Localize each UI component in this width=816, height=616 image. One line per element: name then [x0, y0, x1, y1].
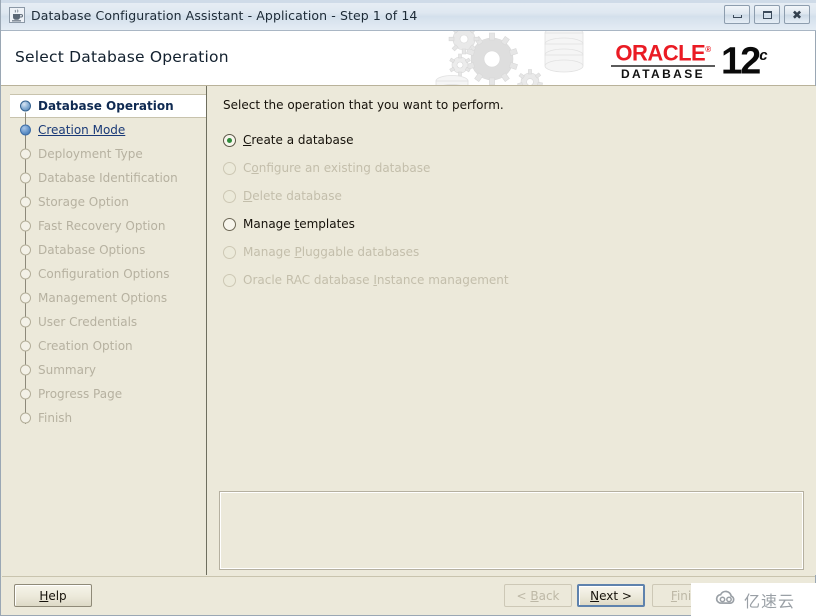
sidebar-item-creation-mode[interactable]: Creation Mode: [2, 118, 206, 142]
sidebar-item-label: Creation Option: [38, 339, 133, 353]
step-node-icon: [20, 388, 31, 400]
radio-configure-an-existing-database: Configure an existing database: [223, 154, 783, 182]
watermark-text: 亿速云: [743, 591, 795, 611]
step-node-icon: [20, 172, 31, 184]
radio-label: Create a database: [243, 133, 354, 147]
sidebar-item-deployment-type: Deployment Type: [2, 142, 206, 166]
window-title: Database Configuration Assistant - Appli…: [31, 7, 418, 23]
radio-label: Delete database: [243, 189, 342, 203]
wizard-step-list: Database Operation Creation Mode Deploym…: [2, 86, 206, 430]
step-node-icon: [20, 124, 31, 136]
sidebar-item-storage-option: Storage Option: [2, 190, 206, 214]
sidebar-item-label: Database Operation: [38, 99, 174, 113]
main-content: Select the operation that you want to pe…: [208, 86, 816, 575]
sidebar-item-configuration-options: Configuration Options: [2, 262, 206, 286]
step-node-icon: [20, 340, 31, 352]
back-button: < Back: [504, 584, 572, 607]
step-node-icon: [20, 412, 31, 424]
page-title: Select Database Operation: [15, 48, 229, 66]
minimize-icon: [732, 15, 742, 18]
oracle-version: 12c: [721, 40, 768, 83]
radio-button-icon: [223, 133, 236, 147]
maximize-button[interactable]: [754, 5, 780, 24]
sidebar-item-label: Database Options: [38, 243, 146, 257]
window-controls: ✖: [724, 5, 810, 24]
sidebar-item-fast-recovery-option: Fast Recovery Option: [2, 214, 206, 238]
gears-and-database-cylinders-graphic: [430, 31, 610, 85]
sidebar-item-label: User Credentials: [38, 315, 138, 329]
sidebar-item-label: Database Identification: [38, 171, 178, 185]
button-label: Help: [39, 588, 67, 603]
radio-label: Manage templates: [243, 217, 355, 231]
radio-oracle-rac-instance-management: Oracle RAC database Instance management: [223, 266, 783, 294]
radio-manage-templates[interactable]: Manage templates: [223, 210, 783, 238]
radio-label: Oracle RAC database Instance management: [243, 273, 509, 287]
radio-button-icon: [223, 273, 236, 287]
trademark-symbol: ®: [705, 44, 711, 54]
header-banner: Select Database Operation ORACLE® DATABA…: [1, 31, 815, 86]
java-coffee-cup-icon: [9, 7, 25, 23]
sidebar-item-database-identification: Database Identification: [2, 166, 206, 190]
radio-create-a-database[interactable]: Create a database: [223, 126, 783, 154]
sidebar-item-summary: Summary: [2, 358, 206, 382]
radio-button-icon: [223, 189, 236, 203]
sidebar-item-label: Storage Option: [38, 195, 129, 209]
oracle-logo: ORACLE® DATABASE 12c: [611, 35, 807, 83]
radio-button-icon: [223, 217, 236, 231]
radio-manage-pluggable-databases: Manage Pluggable databases: [223, 238, 783, 266]
help-button[interactable]: Help: [14, 584, 92, 607]
close-icon: ✖: [791, 7, 803, 22]
application-window: Database Configuration Assistant - Appli…: [0, 0, 816, 616]
sidebar-item-label: Fast Recovery Option: [38, 219, 166, 233]
radio-label: Configure an existing database: [243, 161, 431, 175]
sidebar-item-label: Creation Mode: [38, 123, 126, 137]
step-node-icon: [20, 316, 31, 328]
sidebar-item-label: Management Options: [38, 291, 168, 305]
step-node-icon: [20, 196, 31, 208]
step-node-icon: [20, 244, 31, 256]
minimize-button[interactable]: [724, 5, 750, 24]
sidebar-item-database-operation[interactable]: Database Operation: [10, 94, 206, 118]
step-node-icon: [20, 148, 31, 160]
sidebar-item-management-options: Management Options: [2, 286, 206, 310]
cloud-logo-icon: [713, 589, 739, 610]
sidebar-item-creation-option: Creation Option: [2, 334, 206, 358]
message-panel: [219, 491, 804, 570]
oracle-product-name: DATABASE: [620, 67, 706, 82]
step-node-icon: [20, 220, 31, 232]
sidebar-item-progress-page: Progress Page: [2, 382, 206, 406]
button-label: Next >: [590, 588, 632, 603]
sidebar-item-user-credentials: User Credentials: [2, 310, 206, 334]
radio-button-icon: [223, 161, 236, 175]
site-watermark: 亿速云: [691, 583, 816, 616]
oracle-wordmark: ORACLE® DATABASE: [611, 39, 715, 81]
button-label: < Back: [516, 588, 560, 603]
step-node-icon: [20, 292, 31, 304]
sidebar-item-finish: Finish: [2, 406, 206, 430]
close-button[interactable]: ✖: [784, 5, 810, 24]
wizard-step-sidebar: Database Operation Creation Mode Deploym…: [2, 86, 207, 575]
step-node-icon: [20, 100, 31, 112]
operation-radio-group: Create a database Configure an existing …: [223, 126, 783, 294]
oracle-brand-name: ORACLE®: [615, 40, 711, 66]
step-node-icon: [20, 268, 31, 280]
next-button[interactable]: Next >: [577, 584, 645, 607]
maximize-icon: [762, 10, 772, 19]
sidebar-item-label: Finish: [38, 411, 73, 425]
sidebar-item-label: Summary: [38, 363, 96, 377]
sidebar-item-database-options: Database Options: [2, 238, 206, 262]
sidebar-item-label: Deployment Type: [38, 147, 143, 161]
sidebar-item-label: Configuration Options: [38, 267, 170, 281]
sidebar-item-label: Progress Page: [38, 387, 123, 401]
radio-delete-database: Delete database: [223, 182, 783, 210]
step-node-icon: [20, 364, 31, 376]
radio-button-icon: [223, 245, 236, 259]
operation-prompt: Select the operation that you want to pe…: [223, 98, 504, 112]
title-bar: Database Configuration Assistant - Appli…: [1, 0, 816, 31]
radio-label: Manage Pluggable databases: [243, 245, 420, 259]
